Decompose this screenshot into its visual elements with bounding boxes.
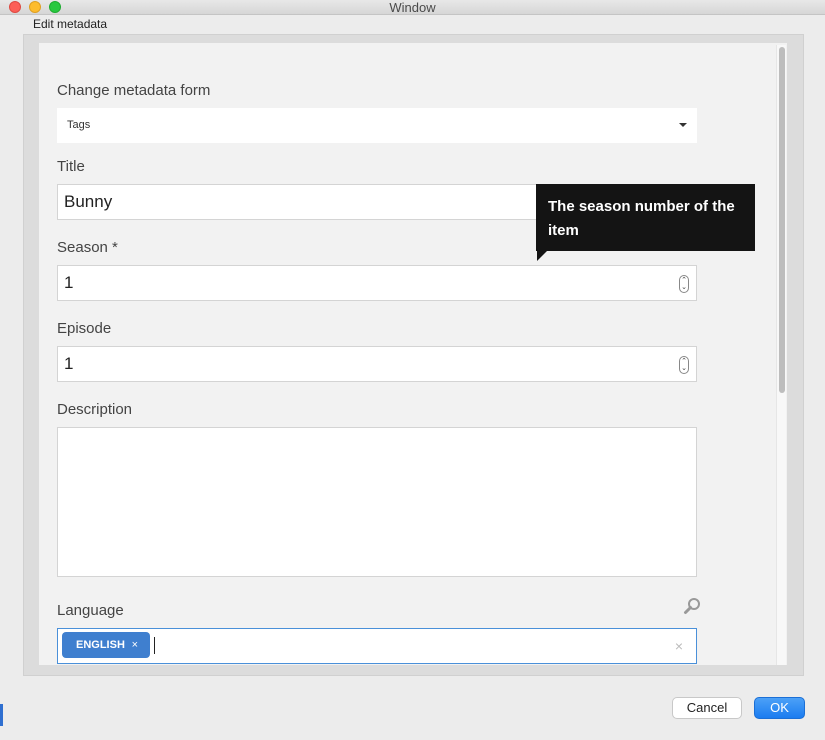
tooltip-arrow: [537, 251, 547, 261]
episode-input[interactable]: 1 ⌃ ⌄: [57, 346, 697, 382]
season-label: Season *: [57, 239, 118, 256]
description-label: Description: [57, 401, 133, 418]
season-input[interactable]: 1 ⌃ ⌄: [57, 265, 697, 301]
episode-value: 1: [64, 354, 74, 373]
episode-label: Episode: [57, 320, 112, 337]
language-tag-label: ENGLISH: [76, 639, 125, 651]
description-textarea[interactable]: [57, 427, 697, 577]
dialog-title: Edit metadata: [33, 17, 108, 31]
spinner-down-glyph: ⌄: [681, 365, 687, 372]
scrollbar[interactable]: [776, 45, 786, 665]
title-label: Title: [57, 158, 85, 175]
metadata-form-label: Change metadata form: [57, 82, 211, 99]
close-icon[interactable]: ×: [132, 632, 138, 658]
scrollbar-thumb[interactable]: [779, 47, 785, 393]
spinner-up-glyph: ⌃: [681, 277, 687, 284]
language-label: Language: [57, 602, 124, 619]
ok-button[interactable]: OK: [754, 697, 805, 719]
season-value: 1: [64, 273, 74, 292]
dialog-panel: Change metadata form Tags Title Bunny Se…: [23, 34, 804, 676]
spinner-up-glyph: ⌃: [681, 358, 687, 365]
window-titlebar: Window: [0, 0, 825, 15]
season-tooltip: The season number of the item: [536, 184, 755, 251]
background-window-edge: [0, 704, 3, 726]
cancel-button[interactable]: Cancel: [672, 697, 742, 719]
language-tag-chip[interactable]: ENGLISH ×: [62, 632, 150, 658]
metadata-form-select[interactable]: Tags: [57, 108, 697, 143]
window-title: Window: [389, 0, 436, 15]
caret-down-icon: [679, 123, 687, 127]
title-value: Bunny: [64, 192, 113, 211]
clear-icon[interactable]: ×: [675, 629, 683, 663]
text-cursor: [154, 637, 155, 654]
metadata-form-value: Tags: [67, 119, 91, 131]
spinner-down-glyph: ⌄: [681, 284, 687, 291]
spinner-icon[interactable]: ⌃ ⌄: [679, 275, 689, 293]
language-tag-input[interactable]: ENGLISH × ×: [57, 628, 697, 664]
spinner-icon[interactable]: ⌃ ⌄: [679, 356, 689, 374]
search-icon[interactable]: [683, 596, 703, 616]
form-scroll-area: Change metadata form Tags Title Bunny Se…: [39, 43, 787, 665]
